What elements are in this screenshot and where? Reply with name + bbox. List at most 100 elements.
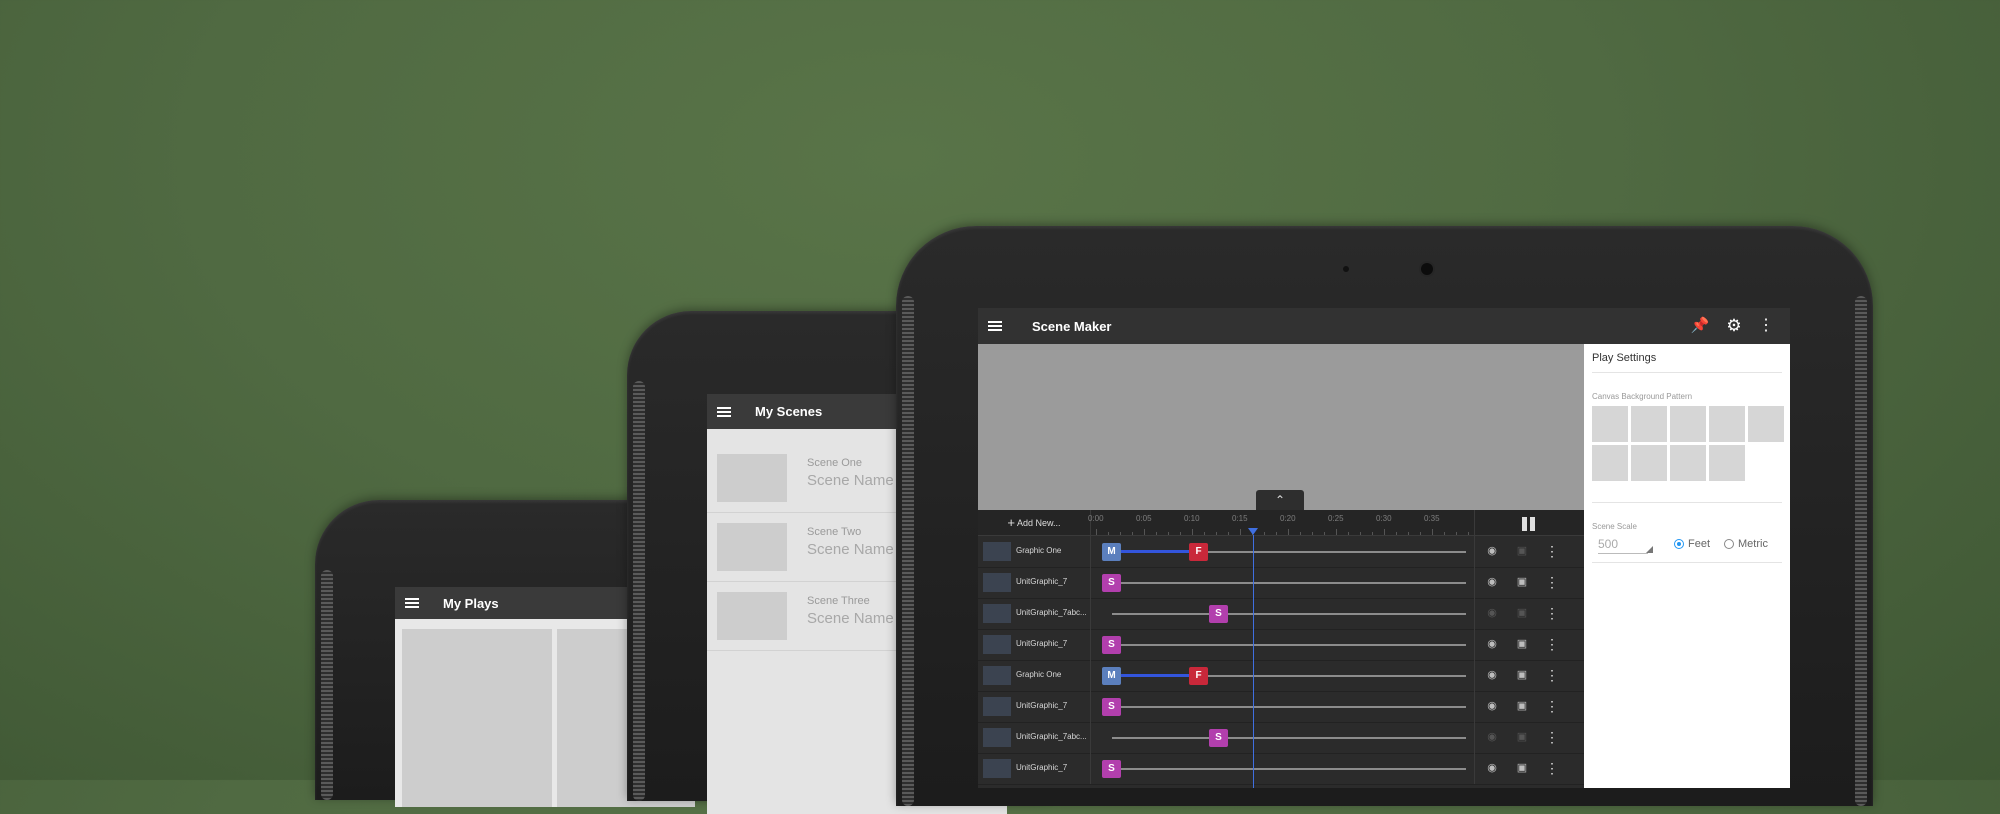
more-vert-icon[interactable]: ⋮ xyxy=(1544,605,1560,621)
more-vert-icon[interactable]: ⋮ xyxy=(1544,698,1560,714)
timeline-track-row[interactable]: UnitGraphic_7abc... S ◉ ▣ ⋮ xyxy=(978,598,1584,630)
menu-icon[interactable] xyxy=(717,406,731,417)
menu-icon[interactable] xyxy=(405,598,419,608)
timeline-track-row[interactable]: UnitGraphic_7 S ◉ ▣ ⋮ xyxy=(978,629,1584,661)
timeline-tick-mark xyxy=(1108,532,1109,535)
feet-radio[interactable] xyxy=(1674,539,1684,549)
timeline-tick-mark xyxy=(1120,532,1121,535)
track-name: UnitGraphic_7 xyxy=(1016,763,1068,772)
metric-radio[interactable] xyxy=(1724,539,1734,549)
play-card[interactable] xyxy=(402,629,552,807)
timeline-tick-mark xyxy=(1444,532,1445,535)
lock-icon[interactable]: ▣ xyxy=(1514,698,1530,714)
timeline-track-row[interactable]: UnitGraphic_7 S ◉ ▣ ⋮ xyxy=(978,753,1584,785)
timeline-tick-label: 0:25 xyxy=(1328,514,1344,523)
timeline-track-row[interactable]: Graphic One M F ◉ ▣ ⋮ xyxy=(978,660,1584,692)
track-thumbnail xyxy=(983,542,1011,561)
pattern-label: Canvas Background Pattern xyxy=(1592,392,1693,401)
more-vert-icon[interactable]: ⋮ xyxy=(1544,760,1560,776)
menu-icon[interactable] xyxy=(988,321,1002,331)
pattern-swatch[interactable] xyxy=(1592,406,1628,442)
visibility-eye-icon[interactable]: ◉ xyxy=(1484,605,1500,621)
timeline-track-row[interactable]: Graphic One M F ◉ ▣ ⋮ xyxy=(978,536,1584,568)
scene-scale-input[interactable]: 500 xyxy=(1598,537,1648,554)
visibility-eye-icon[interactable]: ◉ xyxy=(1484,543,1500,559)
lock-icon[interactable]: ▣ xyxy=(1514,729,1530,745)
playhead-handle[interactable] xyxy=(1248,528,1258,535)
keyframe-f[interactable]: F xyxy=(1189,667,1208,685)
scene-thumbnail xyxy=(717,592,787,640)
keyframe-s[interactable]: S xyxy=(1102,574,1121,592)
timeline-tick-label: 0:15 xyxy=(1232,514,1248,523)
more-vert-icon[interactable]: ⋮ xyxy=(1756,316,1776,336)
camera-icon xyxy=(1421,263,1433,275)
keyframe-s[interactable]: S xyxy=(1102,636,1121,654)
playhead[interactable] xyxy=(1253,535,1254,788)
timeline-track-row[interactable]: UnitGraphic_7abc... S ◉ ▣ ⋮ xyxy=(978,722,1584,754)
motion-path-line xyxy=(1118,674,1192,677)
gear-icon[interactable]: ⚙ xyxy=(1724,316,1744,336)
timeline-tick-mark xyxy=(1180,532,1181,535)
more-vert-icon[interactable]: ⋮ xyxy=(1544,543,1560,559)
pattern-swatch[interactable] xyxy=(1748,406,1784,442)
scene-name: Scene Name xyxy=(807,472,894,489)
lock-icon[interactable]: ▣ xyxy=(1514,574,1530,590)
pin-icon[interactable]: 📌 xyxy=(1690,316,1710,336)
timeline-tick-mark xyxy=(1240,529,1241,535)
keyframe-s[interactable]: S xyxy=(1102,698,1121,716)
keyframe-f[interactable]: F xyxy=(1189,543,1208,561)
pattern-swatch[interactable] xyxy=(1592,445,1628,481)
pattern-swatch[interactable] xyxy=(1709,445,1745,481)
lock-icon[interactable]: ▣ xyxy=(1514,760,1530,776)
visibility-eye-icon[interactable]: ◉ xyxy=(1484,729,1500,745)
timeline-tick-mark xyxy=(1396,532,1397,535)
lock-icon[interactable]: ▣ xyxy=(1514,636,1530,652)
lock-icon[interactable]: ▣ xyxy=(1514,543,1530,559)
pattern-swatch[interactable] xyxy=(1670,406,1706,442)
more-vert-icon[interactable]: ⋮ xyxy=(1544,574,1560,590)
visibility-eye-icon[interactable]: ◉ xyxy=(1484,636,1500,652)
divider xyxy=(1474,567,1475,598)
visibility-eye-icon[interactable]: ◉ xyxy=(1484,667,1500,683)
pattern-swatch[interactable] xyxy=(1631,406,1667,442)
page-title: Scene Maker xyxy=(1032,318,1112,334)
timeline-tick-mark xyxy=(1204,532,1205,535)
scene-label: Scene Three xyxy=(807,595,870,607)
timeline-header: + Add New... 0:00 0:05 0:10 0:15 0:20 0:25 0:3… xyxy=(978,510,1584,536)
track-duration-line xyxy=(1108,768,1466,770)
keyframe-s[interactable]: S xyxy=(1102,760,1121,778)
track-name: UnitGraphic_7 xyxy=(1016,639,1068,648)
visibility-eye-icon[interactable]: ◉ xyxy=(1484,760,1500,776)
tablet-edge xyxy=(321,570,333,800)
track-thumbnail xyxy=(983,728,1011,747)
divider xyxy=(1474,598,1475,629)
keyframe-s[interactable]: S xyxy=(1209,729,1228,747)
scene-canvas[interactable] xyxy=(978,344,1584,510)
track-name: UnitGraphic_7 xyxy=(1016,701,1068,710)
divider xyxy=(1592,372,1782,373)
app-bar: Scene Maker 📌 ⚙ ⋮ xyxy=(978,308,1790,344)
tablet-scene-maker: Scene Maker 📌 ⚙ ⋮ ⌃ + Add New... 0:00 0:0… xyxy=(896,226,1873,806)
more-vert-icon[interactable]: ⋮ xyxy=(1544,729,1560,745)
visibility-eye-icon[interactable]: ◉ xyxy=(1484,698,1500,714)
timeline-track-row[interactable]: UnitGraphic_7 S ◉ ▣ ⋮ xyxy=(978,691,1584,723)
keyframe-m[interactable]: M xyxy=(1102,543,1121,561)
pattern-swatch[interactable] xyxy=(1709,406,1745,442)
pause-icon[interactable] xyxy=(1522,517,1536,531)
pattern-swatch[interactable] xyxy=(1631,445,1667,481)
add-new-button[interactable]: + Add New... xyxy=(978,510,1091,535)
keyframe-m[interactable]: M xyxy=(1102,667,1121,685)
timeline-tick-mark xyxy=(1384,529,1385,535)
timeline-tick-mark xyxy=(1144,529,1145,535)
collapse-timeline-button[interactable]: ⌃ xyxy=(1256,490,1304,510)
keyframe-s[interactable]: S xyxy=(1209,605,1228,623)
track-duration-line xyxy=(1108,582,1466,584)
lock-icon[interactable]: ▣ xyxy=(1514,667,1530,683)
lock-icon[interactable]: ▣ xyxy=(1514,605,1530,621)
timeline-track-row[interactable]: UnitGraphic_7 S ◉ ▣ ⋮ xyxy=(978,567,1584,599)
pattern-swatch[interactable] xyxy=(1670,445,1706,481)
timeline-tick-mark xyxy=(1096,529,1097,535)
more-vert-icon[interactable]: ⋮ xyxy=(1544,667,1560,683)
visibility-eye-icon[interactable]: ◉ xyxy=(1484,574,1500,590)
more-vert-icon[interactable]: ⋮ xyxy=(1544,636,1560,652)
